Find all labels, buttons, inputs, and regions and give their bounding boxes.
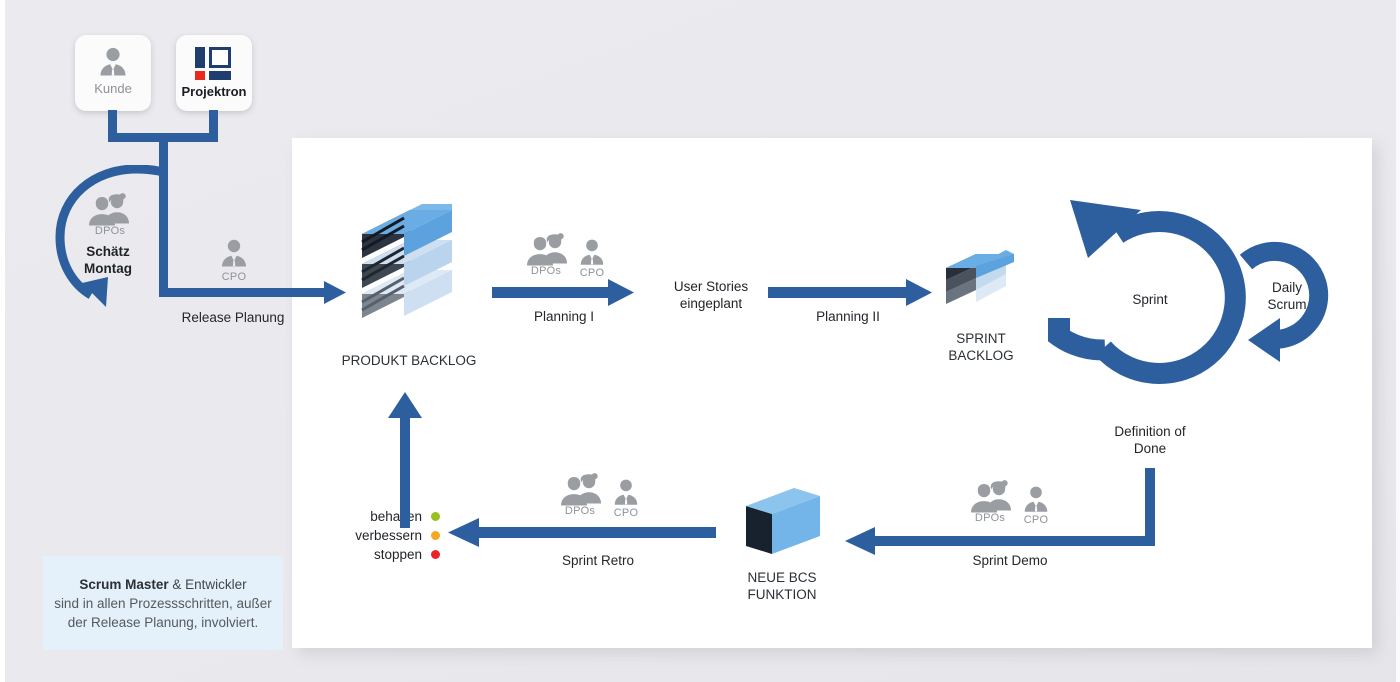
label-planning-1: Planning I <box>533 309 595 324</box>
role-icon-cpo-release: CPO <box>206 236 262 284</box>
retro-outcome-label: behalten <box>370 509 422 524</box>
note-line-3: der Release Planung, involviert. <box>67 614 259 630</box>
arrow-planning1-shaft <box>492 287 612 298</box>
cube-icon <box>746 488 820 554</box>
label-sprint-backlog: SPRINT BACKLOG <box>948 331 1014 363</box>
stacked-layers-icon <box>361 204 452 318</box>
person-icon <box>614 479 638 505</box>
two-people-icon <box>561 473 601 506</box>
arrowhead-planning1 <box>608 279 634 306</box>
arrow-sprint-demo-shaft <box>875 536 1155 546</box>
connector-release-horizontal <box>159 288 329 297</box>
produkt-backlog-stack-icon <box>352 196 464 341</box>
role-label-dpos: DPOs <box>564 505 596 517</box>
left-edge-strip <box>0 0 5 682</box>
status-dot-red <box>431 550 440 559</box>
role-icon-cpo-retro: CPO <box>606 476 646 520</box>
retro-outcome-label: stoppen <box>373 547 422 562</box>
label-daily-scrum: Daily Scrum <box>1267 280 1307 312</box>
note-box-scrum-master: Scrum Master & Entwickler sind in allen … <box>43 556 283 650</box>
person-icon <box>222 239 246 267</box>
connector-sprint-demo-vertical <box>1145 468 1155 546</box>
source-card-label: Projektron <box>181 84 247 99</box>
retro-outcome-stoppen: stoppen <box>318 547 440 562</box>
stacked-layers-icon <box>946 250 1014 304</box>
role-icon-cpo-planning1: CPO <box>572 236 612 280</box>
label-sprint-retro: Sprint Retro <box>561 553 635 568</box>
loop-arrow-schaetz-montag <box>55 165 168 307</box>
diagram-canvas: Kunde Projektron Release Planung CPO DPO… <box>0 0 1400 682</box>
arrowhead-sprint-demo <box>845 527 875 555</box>
note-line-2: sind in allen Prozessschritten, außer <box>54 595 272 611</box>
role-icon-dpos-schaetz: DPOs <box>82 192 138 240</box>
role-label-dpos: DPOs <box>94 225 126 237</box>
status-dot-green <box>431 512 440 521</box>
note-line-1: Scrum Master & Entwickler <box>79 576 247 592</box>
person-icon <box>580 239 604 265</box>
arrow-planning2-shaft <box>768 287 910 298</box>
role-label-cpo: CPO <box>221 271 247 283</box>
label-user-stories-eingeplant: User Stories eingeplant <box>673 279 749 311</box>
neue-bcs-funktion-cube-icon <box>742 484 828 558</box>
role-label-dpos: DPOs <box>530 265 562 277</box>
role-label-cpo: CPO <box>1023 514 1049 526</box>
arrowhead-sprint-retro <box>448 518 479 547</box>
two-people-icon <box>89 193 129 226</box>
label-planning-2: Planning II <box>816 309 880 324</box>
source-card-kunde[interactable]: Kunde <box>75 35 151 111</box>
right-edge-strip <box>1396 0 1400 682</box>
two-people-icon <box>971 480 1011 513</box>
role-label-cpo: CPO <box>613 507 639 519</box>
role-label-dpos: DPOs <box>974 512 1006 524</box>
label-neue-bcs-funktion: NEUE BCS FUNKTION <box>747 570 817 602</box>
role-icon-cpo-demo: CPO <box>1016 483 1056 527</box>
sprint-backlog-stack-icon <box>940 248 1024 312</box>
label-sprint-demo: Sprint Demo <box>972 553 1048 568</box>
role-label-cpo: CPO <box>579 267 605 279</box>
person-icon <box>1024 486 1048 512</box>
arrowhead-release-planung <box>324 281 346 304</box>
arrow-sprint-retro-shaft <box>478 527 716 538</box>
projektron-logo-icon <box>195 47 233 81</box>
role-icon-dpos-retro: DPOs <box>552 472 612 520</box>
arrow-back-to-backlog-shaft <box>400 415 410 528</box>
role-icon-dpos-planning1: DPOs <box>518 232 578 280</box>
source-card-projektron[interactable]: Projektron <box>176 35 252 111</box>
source-card-label: Kunde <box>94 81 132 96</box>
two-people-icon <box>527 233 567 266</box>
label-produkt-backlog: PRODUKT BACKLOG <box>341 353 477 368</box>
label-schaetz-montag: Schätz Montag <box>84 244 132 276</box>
retro-outcome-label: verbessern <box>355 528 422 543</box>
label-definition-of-done: Definition of Done <box>1114 424 1186 456</box>
person-icon <box>100 47 126 76</box>
arrowhead-back-to-backlog <box>388 392 422 418</box>
role-icon-dpos-demo: DPOs <box>962 479 1022 527</box>
label-sprint: Sprint <box>1132 292 1168 307</box>
status-dot-orange <box>431 531 440 540</box>
retro-outcome-verbessern: verbessern <box>318 528 440 543</box>
arrowhead-planning2 <box>906 279 932 306</box>
retro-outcome-behalten: behalten <box>318 509 440 524</box>
